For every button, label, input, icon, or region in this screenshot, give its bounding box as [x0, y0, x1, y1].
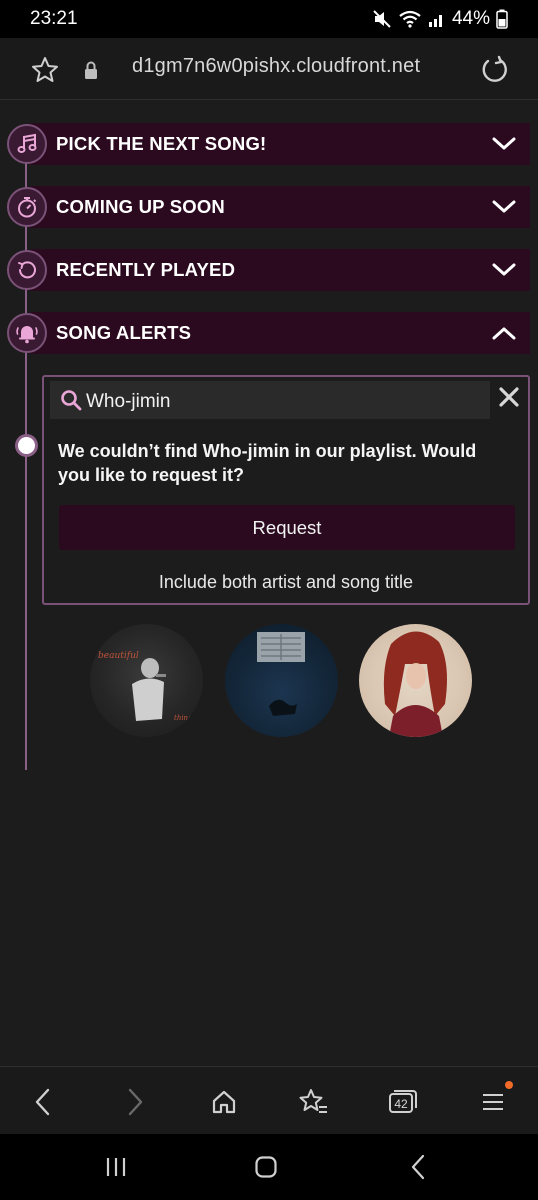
chevron-right-icon — [128, 1088, 143, 1116]
tabs-icon: 42 — [389, 1090, 417, 1113]
mute-icon — [373, 10, 391, 28]
search-value[interactable]: Who-jimin — [86, 391, 170, 413]
home-button[interactable] — [207, 1085, 241, 1119]
signal-icon — [428, 15, 442, 27]
status-icons: 44% — [372, 8, 508, 30]
section-label: SONG ALERTS — [56, 322, 192, 343]
chevron-left-icon — [35, 1088, 50, 1116]
address-bar: d1gm7n6w0pishx.cloudfront.net — [0, 38, 538, 100]
system-nav-bar — [0, 1134, 538, 1200]
search-icon — [61, 390, 82, 411]
chevron-down-icon — [492, 200, 516, 213]
tabs-button[interactable]: 42 — [385, 1085, 419, 1119]
system-back-button[interactable] — [401, 1152, 435, 1182]
hamburger-menu-icon — [483, 1094, 503, 1110]
recent-apps-button[interactable] — [99, 1152, 133, 1182]
bookmarks-star-icon — [299, 1089, 327, 1113]
lock-icon — [85, 61, 97, 79]
music-note-icon — [7, 124, 47, 164]
request-button[interactable]: Request — [59, 505, 515, 550]
home-circle-icon — [255, 1156, 277, 1178]
bell-icon — [7, 313, 47, 353]
album-cover[interactable] — [225, 624, 338, 737]
timeline-dot — [15, 434, 38, 457]
search-input[interactable]: Who-jimin — [50, 381, 490, 419]
close-icon[interactable] — [496, 384, 522, 410]
album-cover[interactable]: beautiful things — [90, 624, 203, 737]
tab-count: 42 — [394, 1097, 408, 1111]
album-art-image: beautiful things — [98, 651, 197, 722]
section-pick-next-song[interactable]: PICK THE NEXT SONG! — [30, 123, 530, 165]
section-coming-up-soon[interactable]: COMING UP SOON — [30, 186, 530, 228]
home-icon — [212, 1090, 236, 1114]
section-label: PICK THE NEXT SONG! — [56, 133, 267, 154]
album-art-image — [257, 632, 305, 716]
request-button-label: Request — [252, 516, 322, 538]
section-label: RECENTLY PLAYED — [56, 259, 236, 280]
reload-icon[interactable] — [478, 54, 510, 86]
forward-button[interactable] — [118, 1085, 152, 1119]
album-art-image — [383, 631, 447, 737]
status-time: 23:21 — [30, 8, 78, 29]
back-button[interactable] — [26, 1085, 60, 1119]
section-recently-played[interactable]: RECENTLY PLAYED — [30, 249, 530, 291]
menu-button[interactable] — [476, 1081, 513, 1119]
history-icon — [7, 250, 47, 290]
chevron-down-icon — [492, 137, 516, 150]
battery-percent: 44% — [451, 8, 490, 29]
stopwatch-icon — [7, 187, 47, 227]
chevron-down-icon — [492, 263, 516, 276]
bookmarks-button[interactable] — [296, 1085, 330, 1119]
not-found-message: We couldn’t find Who-jimin in our playli… — [58, 441, 477, 485]
back-chevron-icon — [411, 1154, 425, 1180]
browser-toolbar: 42 — [0, 1066, 538, 1134]
notification-dot — [505, 1081, 513, 1089]
hint-text: Include both artist and song title — [158, 572, 414, 592]
recent-apps-icon — [106, 1158, 126, 1176]
cover-caption-bottom: things — [174, 714, 197, 722]
section-label: COMING UP SOON — [56, 196, 225, 217]
song-alerts-panel: Who-jimin We couldn’t find Who-jimin in … — [42, 375, 530, 605]
section-song-alerts[interactable]: SONG ALERTS — [30, 312, 530, 354]
bookmark-star-icon[interactable] — [30, 55, 60, 85]
url-text[interactable]: d1gm7n6w0pishx.cloudfront.net — [132, 55, 420, 78]
battery-icon — [496, 9, 508, 29]
status-bar: 23:21 44% — [0, 0, 538, 38]
album-cover[interactable] — [359, 624, 472, 737]
system-home-button[interactable] — [249, 1152, 283, 1182]
cover-caption-top: beautiful — [98, 651, 139, 661]
chevron-up-icon — [492, 327, 516, 340]
wifi-icon — [399, 10, 421, 28]
